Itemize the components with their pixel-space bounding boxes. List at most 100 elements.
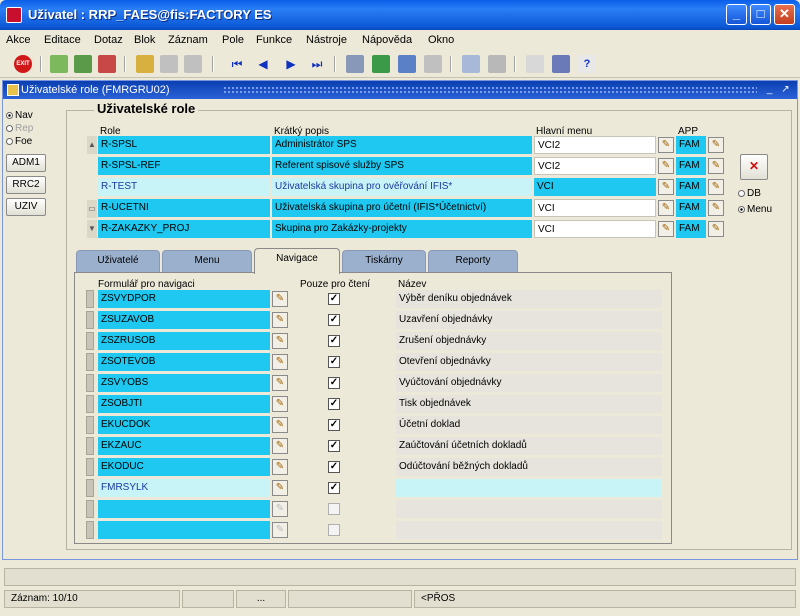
row-selector[interactable] (86, 458, 94, 476)
query-icon[interactable] (398, 55, 416, 73)
role-cell-selected[interactable]: R-TEST (98, 178, 270, 196)
form-cell[interactable]: ZSOBJTI (98, 395, 270, 413)
scroll-thumb[interactable]: ▭ (87, 200, 97, 218)
form-cell[interactable]: ZSVYDPOR (98, 290, 270, 308)
tab-navigace[interactable]: Navigace (254, 248, 340, 274)
minimize-button[interactable]: _ (726, 4, 747, 25)
next-record-icon[interactable]: ▶ (282, 55, 300, 73)
readonly-checkbox[interactable] (328, 524, 340, 536)
copy-icon[interactable] (160, 55, 178, 73)
radio-menu[interactable]: Menu (738, 204, 772, 215)
row-selector[interactable] (86, 311, 94, 329)
role-cell[interactable]: R-UCETNI (98, 199, 270, 217)
menu-pole[interactable]: Pole (222, 34, 244, 46)
app-cell[interactable]: FAM (676, 136, 706, 154)
popis-cell-selected[interactable]: Uživatelská skupina pro ověřování IFIS* (272, 178, 532, 196)
edit-form-icon[interactable]: ✎ (272, 438, 288, 454)
edit-menu-icon[interactable]: ✎ (658, 221, 674, 237)
menu-napoveda[interactable]: Nápověda (362, 34, 412, 46)
edit-form-icon[interactable]: ✎ (272, 480, 288, 496)
list-icon[interactable] (462, 55, 480, 73)
readonly-checkbox[interactable]: ✓ (328, 482, 340, 494)
previous-record-icon[interactable]: ◀ (254, 55, 272, 73)
save-icon[interactable] (74, 55, 92, 73)
edit-form-icon[interactable]: ✎ (272, 333, 288, 349)
adm1-button[interactable]: ADM1 (6, 154, 46, 172)
form-cell[interactable]: ZSVYOBS (98, 374, 270, 392)
edit-form-icon[interactable]: ✎ (272, 312, 288, 328)
edit-app-icon[interactable]: ✎ (708, 158, 724, 174)
edit-form-icon[interactable]: ✎ (272, 354, 288, 370)
menu-nastroje[interactable]: Nástroje (306, 34, 347, 46)
menu-funkce[interactable]: Funkce (256, 34, 292, 46)
form-cell[interactable]: ZSUZAVOB (98, 311, 270, 329)
menu-cell-selected[interactable]: VCI (534, 178, 656, 196)
edit-app-icon[interactable]: ✎ (708, 200, 724, 216)
maximize-button[interactable]: □ (750, 4, 771, 25)
edit-form-icon[interactable]: ✎ (272, 396, 288, 412)
form-minimize-button[interactable]: _ (763, 83, 776, 96)
readonly-checkbox[interactable]: ✓ (328, 440, 340, 452)
delete-icon[interactable] (740, 154, 768, 180)
form-maximize-button[interactable]: ↗ (779, 83, 792, 96)
radio-db[interactable]: DB (738, 188, 761, 199)
row-selector[interactable] (86, 395, 94, 413)
edit-app-icon[interactable]: ✎ (708, 221, 724, 237)
role-cell[interactable]: R-SPSL-REF (98, 157, 270, 175)
scroll-down-icon[interactable]: ▼ (87, 220, 97, 238)
app-cell[interactable]: FAM (676, 220, 706, 238)
menu-zaznam[interactable]: Záznam (168, 34, 208, 46)
exit-icon[interactable]: EXIT (14, 55, 32, 73)
execute-query-icon[interactable] (424, 55, 442, 73)
popis-cell[interactable]: Administrátor SPS (272, 136, 532, 154)
paste-icon[interactable] (184, 55, 202, 73)
insert-record-icon[interactable] (50, 55, 68, 73)
menu-okno[interactable]: Okno (428, 34, 454, 46)
readonly-checkbox[interactable]: ✓ (328, 419, 340, 431)
popis-cell[interactable]: Skupina pro Zakázky-projekty (272, 220, 532, 238)
menu-cell[interactable]: VCI2 (534, 136, 656, 154)
row-selector[interactable] (86, 437, 94, 455)
readonly-checkbox[interactable]: ✓ (328, 377, 340, 389)
radio-nav[interactable]: Nav (6, 110, 33, 121)
menu-akce[interactable]: Akce (6, 34, 30, 46)
edit-menu-icon[interactable]: ✎ (658, 158, 674, 174)
edit-menu-icon[interactable]: ✎ (658, 200, 674, 216)
tools-icon[interactable] (552, 55, 570, 73)
form-cell-empty[interactable] (98, 500, 270, 518)
radio-foe[interactable]: Foe (6, 136, 32, 147)
scroll-up-icon[interactable]: ▲ (87, 136, 97, 154)
form-cell-empty[interactable] (98, 521, 270, 539)
edit-form-icon[interactable]: ✎ (272, 417, 288, 433)
edit-form-icon[interactable]: ✎ (272, 375, 288, 391)
form-cell[interactable]: ZSZRUSOB (98, 332, 270, 350)
rrc2-button[interactable]: RRC2 (6, 176, 46, 194)
edit-app-icon[interactable]: ✎ (708, 179, 724, 195)
menu-cell[interactable]: VCI (534, 220, 656, 238)
export-icon[interactable] (372, 55, 390, 73)
last-record-icon[interactable]: ⏭ (308, 55, 326, 73)
edit-form-icon[interactable]: ✎ (272, 522, 288, 538)
popis-cell[interactable]: Uživatelská skupina pro účetní (IFIS*Úče… (272, 199, 532, 217)
tab-tiskarny[interactable]: Tiskárny (342, 250, 426, 272)
readonly-checkbox[interactable]: ✓ (328, 314, 340, 326)
tab-menu[interactable]: Menu (162, 250, 252, 272)
role-cell[interactable]: R-SPSL (98, 136, 270, 154)
menu-cell[interactable]: VCI2 (534, 157, 656, 175)
edit-form-icon[interactable]: ✎ (272, 501, 288, 517)
row-selector[interactable] (86, 290, 94, 308)
row-selector[interactable] (86, 479, 94, 497)
app-cell[interactable]: FAM (676, 199, 706, 217)
edit-icon[interactable] (488, 55, 506, 73)
row-selector[interactable] (86, 521, 94, 539)
tab-uzivatele[interactable]: Uživatelé (76, 250, 160, 272)
popis-cell[interactable]: Referent spisové služby SPS (272, 157, 532, 175)
delete-record-icon[interactable] (98, 55, 116, 73)
form-cell[interactable]: EKUCDOK (98, 416, 270, 434)
readonly-checkbox[interactable]: ✓ (328, 398, 340, 410)
form-cell[interactable]: EKODUC (98, 458, 270, 476)
first-record-icon[interactable]: ⏮ (228, 55, 246, 73)
form-cell[interactable]: ZSOTEVOB (98, 353, 270, 371)
readonly-checkbox[interactable]: ✓ (328, 461, 340, 473)
form-cell[interactable]: EKZAUC (98, 437, 270, 455)
